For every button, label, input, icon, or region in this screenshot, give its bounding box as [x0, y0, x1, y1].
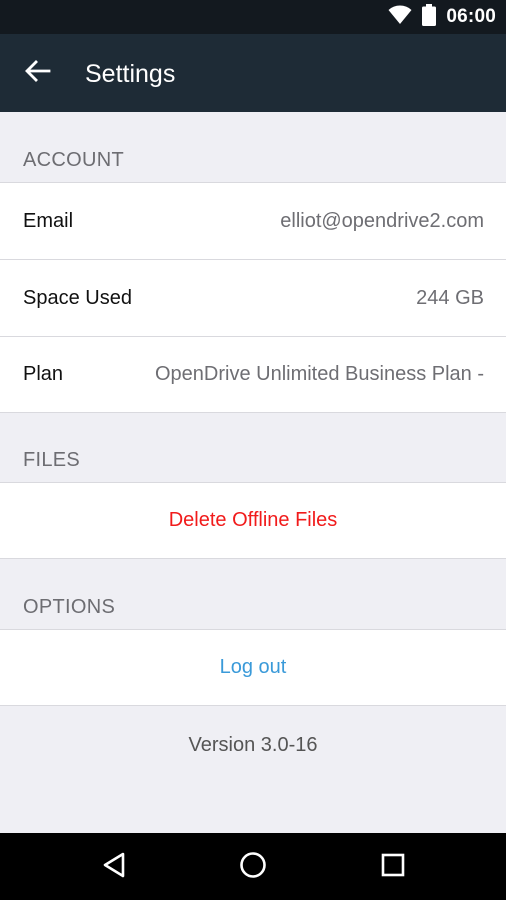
space-used-label: Space Used — [23, 286, 132, 309]
logout-button[interactable]: Log out — [0, 630, 506, 705]
section-header-account: ACCOUNT — [23, 149, 124, 171]
email-value: elliot@opendrive2.com — [280, 209, 484, 232]
app-bar: Settings — [0, 34, 506, 112]
status-bar: 06:00 — [0, 0, 506, 34]
status-icons: 06:00 — [388, 0, 496, 34]
email-label: Email — [23, 209, 74, 232]
nav-back-button[interactable] — [94, 847, 134, 887]
battery-icon — [422, 3, 437, 31]
logout-row: Log out — [0, 629, 506, 706]
page-title: Settings — [85, 60, 176, 88]
home-circle-icon — [239, 851, 267, 884]
nav-bar — [0, 833, 506, 900]
settings-content: ACCOUNT Email elliot@opendrive2.com Spac… — [0, 112, 506, 833]
space-used-value: 244 GB — [416, 286, 484, 309]
back-button[interactable] — [18, 53, 58, 93]
email-row: Email elliot@opendrive2.com — [0, 182, 506, 259]
status-time: 06:00 — [446, 6, 496, 27]
section-header-options: OPTIONS — [23, 596, 116, 618]
nav-recents-button[interactable] — [373, 847, 413, 887]
back-triangle-icon — [102, 852, 126, 883]
section-header-files: FILES — [23, 449, 81, 471]
space-used-row: Space Used 244 GB — [0, 259, 506, 336]
recents-square-icon — [381, 853, 405, 882]
delete-offline-files-button[interactable]: Delete Offline Files — [0, 483, 506, 558]
delete-offline-row: Delete Offline Files — [0, 482, 506, 559]
plan-row: Plan OpenDrive Unlimited Business Plan - — [0, 336, 506, 413]
wifi-icon — [388, 5, 412, 30]
nav-home-button[interactable] — [233, 847, 273, 887]
plan-label: Plan — [23, 363, 64, 385]
plan-value: OpenDrive Unlimited Business Plan - — [154, 363, 484, 385]
arrow-back-icon — [25, 59, 51, 87]
version-label: Version 3.0-16 — [188, 734, 318, 756]
